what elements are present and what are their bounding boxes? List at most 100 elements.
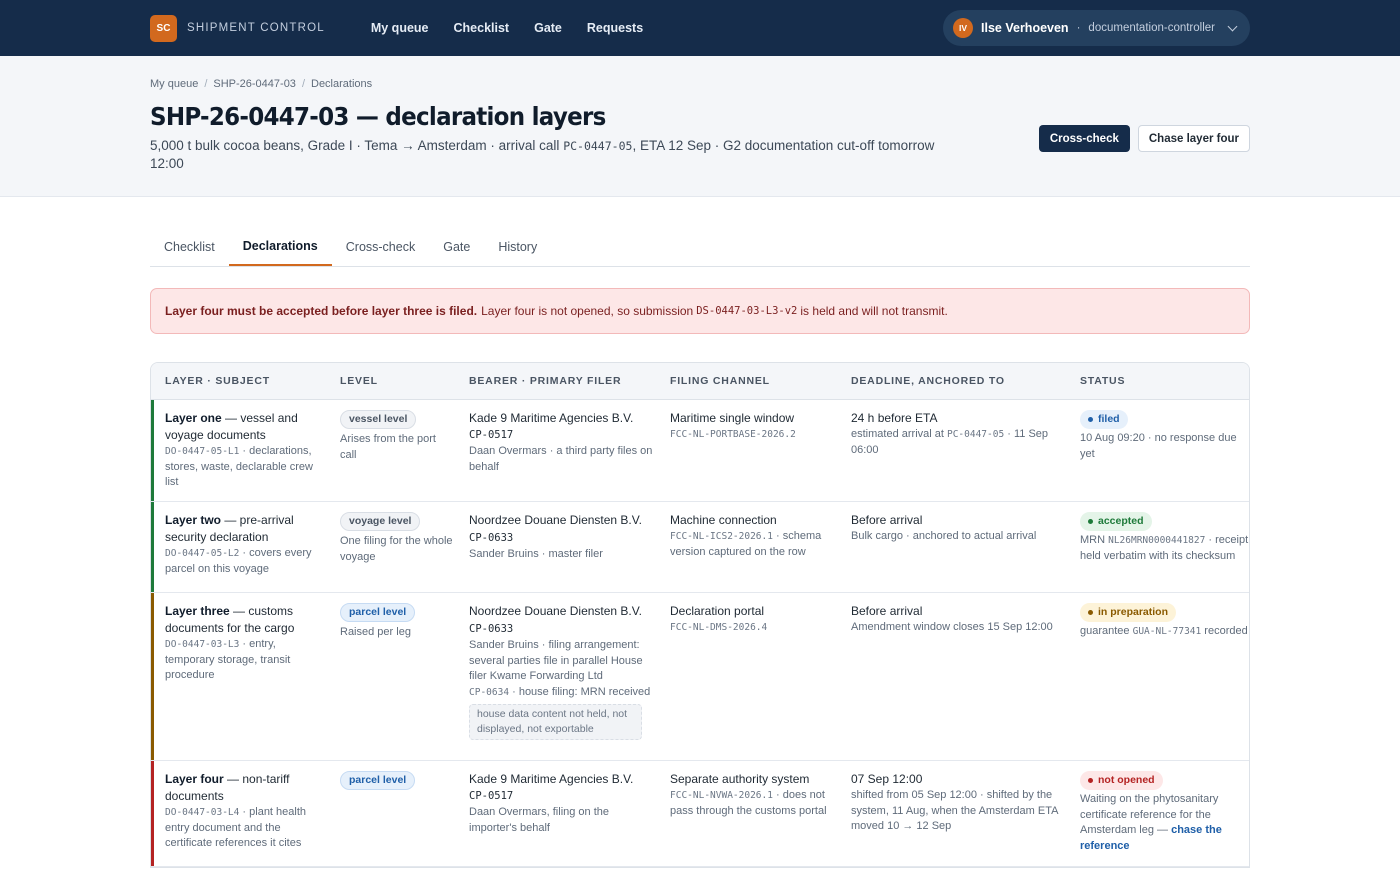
table-header: LAYER · SUBJECT LEVEL BEARER · PRIMARY F… — [151, 363, 1249, 400]
tab-gate[interactable]: Gate — [429, 227, 484, 266]
nav-link-my-queue[interactable]: My queue — [371, 21, 429, 35]
layer-code: DO-0447-05-L2 — [165, 548, 240, 559]
tab-bar: Checklist Declarations Cross-check Gate … — [150, 227, 1250, 267]
page-title: SHP-26-0447-03 — declaration layers — [150, 102, 606, 131]
channel-name: Separate authority system — [670, 772, 810, 786]
breadcrumb-my-queue[interactable]: My queue — [150, 78, 198, 90]
tab-declarations[interactable]: Declarations — [228, 227, 332, 266]
alert-text: Layer four is not opened, so submission — [481, 304, 694, 318]
status-note: MRN — [1080, 534, 1109, 546]
top-navigation: SC SHIPMENT CONTROL My queue Checklist G… — [0, 0, 1400, 56]
table-row[interactable]: Layer two — pre-arrival security declara… — [151, 502, 1249, 593]
user-menu[interactable]: IV Ilse Verhoeven · documentation-contro… — [943, 10, 1250, 46]
status-cell: not opened Waiting on the phytosanitary … — [1066, 761, 1249, 866]
breadcrumb-separator: / — [301, 78, 305, 90]
channel-code: FCC-NL-NVWA-2026.1 — [670, 790, 773, 801]
status-cell: in preparation guarantee GUA-NL-77341 re… — [1066, 593, 1249, 760]
status-label: in preparation — [1098, 605, 1169, 618]
deadline-value: 24 h before ETA — [851, 411, 938, 425]
status-dot-icon — [1088, 519, 1093, 524]
cross-check-button[interactable]: Cross-check — [1038, 125, 1130, 152]
user-role: documentation-controller — [1088, 22, 1215, 34]
mrn-code: NL26MRN0000441827 — [1108, 535, 1206, 546]
nav-links: My queue Checklist Gate Requests — [371, 21, 643, 35]
layer-cell: Layer two — pre-arrival security declara… — [151, 502, 326, 592]
bearer-cell: Kade 9 Maritime Agencies B.V. CP-0517 Da… — [455, 400, 656, 501]
channel-name: Declaration portal — [670, 604, 765, 618]
breadcrumb: My queue / SHP-26-0447-03 / Declarations — [150, 78, 1250, 90]
level-note: One filing for the whole voyage — [340, 535, 453, 563]
bearer-cell: Kade 9 Maritime Agencies B.V. CP-0517 Da… — [455, 761, 656, 866]
column-header-status: STATUS — [1080, 375, 1126, 387]
deadline-anchor: Bulk cargo · anchored to actual arrival — [851, 530, 1037, 542]
house-filer-code: CP-0634 — [469, 686, 510, 698]
alert-text: is held and will not transmit. — [800, 304, 948, 318]
row-accent — [151, 761, 154, 866]
brand-logo: SC — [150, 14, 177, 42]
deadline-cell: 24 h before ETA estimated arrival at PC-… — [837, 400, 1066, 501]
subtitle-text: 5,000 t bulk cocoa beans, Grade I · Tema… — [150, 138, 564, 153]
channel-cell: Declaration portal FCC-NL-DMS-2026.4 — [656, 593, 837, 760]
column-header-deadline: DEADLINE, ANCHORED TO — [851, 375, 1005, 387]
nav-link-checklist[interactable]: Checklist — [454, 21, 510, 35]
status-badge: accepted — [1080, 512, 1152, 531]
status-cell: accepted MRN NL26MRN0000441827 · receipt… — [1066, 502, 1249, 592]
tab-cross-check[interactable]: Cross-check — [332, 227, 429, 266]
level-note: Raised per leg — [340, 626, 411, 638]
deadline-anchor: shifted from 05 Sep 12:00 · shifted by t… — [851, 789, 1058, 832]
row-accent — [151, 502, 154, 592]
status-note: 10 Aug 09:20 · no response due yet — [1080, 432, 1237, 460]
status-label: not opened — [1098, 773, 1155, 786]
deadline-value: Before arrival — [851, 513, 923, 527]
layer-cell: Layer four — non-tariff documents DO-044… — [151, 761, 326, 866]
channel-code: FCC-NL-ICS2-2026.1 — [670, 531, 773, 542]
deadline-cell: Before arrival Amendment window closes 1… — [837, 593, 1066, 760]
tab-history[interactable]: History — [484, 227, 551, 266]
breadcrumb-shipment[interactable]: SHP-26-0447-03 — [213, 78, 296, 90]
tab-checklist[interactable]: Checklist — [150, 227, 229, 266]
nav-link-requests[interactable]: Requests — [587, 21, 643, 35]
brand-name: SHIPMENT CONTROL — [187, 22, 325, 34]
declaration-layers-table: LAYER · SUBJECT LEVEL BEARER · PRIMARY F… — [150, 362, 1250, 868]
bearer-name: Kade 9 Maritime Agencies B.V. — [469, 411, 634, 425]
level-cell: parcel level — [326, 761, 455, 866]
alert-title: Layer four must be accepted before layer… — [165, 304, 478, 318]
level-badge: voyage level — [340, 512, 421, 531]
bearer-code: CP-0517 — [469, 429, 514, 441]
house-data-notice: house data content not held, not display… — [469, 704, 642, 740]
status-label: filed — [1098, 412, 1120, 425]
table-row[interactable]: Layer three — customs documents for the … — [151, 593, 1249, 761]
blocking-alert: Layer four must be accepted before layer… — [150, 288, 1250, 334]
channel-cell: Maritime single window FCC-NL-PORTBASE-2… — [656, 400, 837, 501]
avatar: IV — [953, 18, 974, 38]
level-cell: vessel level Arises from the port call — [326, 400, 455, 501]
filer-note: · house filing: MRN received — [509, 685, 651, 698]
status-label: accepted — [1098, 514, 1144, 527]
breadcrumb-current: Declarations — [311, 78, 373, 90]
filer-note: Sander Bruins · master filer — [469, 548, 603, 560]
layer-name: Layer one — [165, 411, 222, 425]
layer-name: Layer four — [165, 772, 224, 786]
nav-link-gate[interactable]: Gate — [534, 21, 562, 35]
chevron-down-icon — [1227, 21, 1238, 31]
layer-name: Layer three — [165, 604, 230, 618]
layer-cell: Layer one — vessel and voyage documents … — [151, 400, 326, 501]
table-row[interactable]: Layer one — vessel and voyage documents … — [151, 400, 1249, 502]
status-dot-icon — [1088, 610, 1093, 615]
chase-layer-four-button[interactable]: Chase layer four — [1137, 125, 1250, 152]
layer-code: DO-0447-03-L4 — [165, 807, 240, 818]
brand[interactable]: SC SHIPMENT CONTROL — [150, 14, 325, 42]
status-note: guarantee — [1080, 625, 1133, 637]
level-cell: voyage level One filing for the whole vo… — [326, 502, 455, 592]
channel-name: Machine connection — [670, 513, 777, 527]
column-header-channel: FILING CHANNEL — [670, 375, 770, 387]
deadline-anchor-code: PC-0447-05 — [946, 429, 1005, 440]
deadline-anchor: estimated arrival at — [851, 428, 947, 440]
bearer-name: Noordzee Douane Diensten B.V. — [469, 513, 643, 527]
level-badge: vessel level — [340, 410, 417, 429]
bearer-name: Kade 9 Maritime Agencies B.V. — [469, 772, 634, 786]
header-actions: Cross-check Chase layer four — [1038, 125, 1250, 152]
deadline-cell: 07 Sep 12:00 shifted from 05 Sep 12:00 ·… — [837, 761, 1066, 866]
table-row[interactable]: Layer four — non-tariff documents DO-044… — [151, 761, 1249, 867]
status-dot-icon — [1088, 417, 1093, 422]
